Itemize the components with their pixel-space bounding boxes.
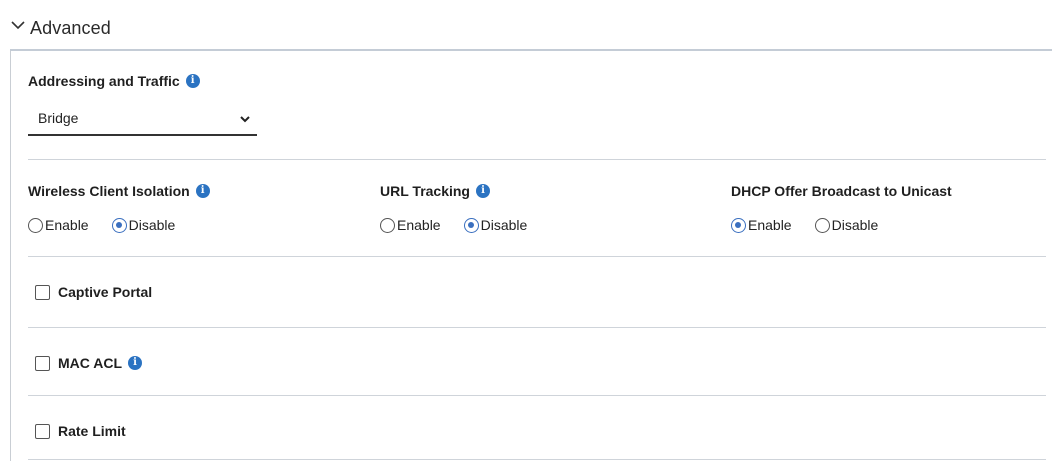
addressing-traffic-heading: Addressing and Traffic i — [28, 73, 200, 89]
dhcp-offer-disable-radio[interactable]: Disable — [814, 217, 879, 233]
advanced-section-toggle[interactable]: Advanced — [0, 0, 1052, 51]
radio-circle — [28, 217, 43, 233]
mac-acl-row: MAC ACL i — [35, 355, 143, 371]
url-tracking-enable-radio[interactable]: Enable — [380, 217, 441, 233]
rate-limit-label: Rate Limit — [58, 423, 126, 439]
divider — [28, 395, 1046, 396]
caret-down-icon — [240, 116, 250, 123]
wireless-client-isolation-heading: Wireless Client Isolation i — [28, 183, 210, 199]
radio-label: Disable — [831, 217, 879, 233]
chevron-down-icon — [11, 21, 25, 30]
radio-circle-selected — [111, 217, 127, 233]
url-tracking-radios: Enable Disable — [380, 217, 527, 233]
divider — [28, 159, 1046, 160]
radio-label: Enable — [397, 217, 441, 233]
divider — [28, 327, 1046, 328]
wireless-client-isolation-disable-radio[interactable]: Disable — [111, 217, 176, 233]
captive-portal-label: Captive Portal — [58, 284, 153, 300]
url-tracking-label: URL Tracking — [380, 183, 470, 199]
wireless-client-isolation-label: Wireless Client Isolation — [28, 183, 190, 199]
captive-portal-row: Captive Portal — [35, 284, 152, 300]
radio-label: Disable — [128, 217, 176, 233]
divider — [28, 459, 1046, 460]
captive-portal-checkbox[interactable] — [35, 284, 50, 300]
divider — [28, 256, 1046, 257]
mac-acl-label: MAC ACL — [58, 355, 123, 371]
radio-circle — [814, 217, 830, 233]
radio-circle-selected — [731, 217, 746, 233]
radio-label: Enable — [748, 217, 792, 233]
dhcp-offer-radios: Enable Disable — [731, 217, 878, 233]
panel-left-border — [10, 50, 11, 461]
radio-circle-selected — [463, 217, 479, 233]
wireless-client-isolation-enable-radio[interactable]: Enable — [28, 217, 89, 233]
section-header-divider — [10, 49, 1052, 51]
addressing-traffic-select[interactable]: Bridge — [28, 104, 257, 136]
addressing-traffic-value: Bridge — [38, 110, 79, 126]
addressing-traffic-label: Addressing and Traffic — [28, 73, 180, 89]
dhcp-offer-enable-radio[interactable]: Enable — [731, 217, 792, 233]
mac-acl-checkbox[interactable] — [35, 355, 50, 371]
rate-limit-checkbox[interactable] — [35, 423, 50, 439]
section-title: Advanced — [30, 18, 111, 38]
dhcp-offer-heading: DHCP Offer Broadcast to Unicast — [731, 183, 952, 199]
radio-label: Disable — [480, 217, 528, 233]
url-tracking-heading: URL Tracking i — [380, 183, 490, 199]
info-icon[interactable]: i — [195, 184, 210, 198]
url-tracking-disable-radio[interactable]: Disable — [463, 217, 528, 233]
wireless-client-isolation-radios: Enable Disable — [28, 217, 175, 233]
rate-limit-row: Rate Limit — [35, 423, 126, 439]
advanced-settings-panel: Advanced Addressing and Traffic i Bridge… — [0, 0, 1052, 461]
info-icon[interactable]: i — [185, 74, 200, 88]
dhcp-offer-label: DHCP Offer Broadcast to Unicast — [731, 183, 952, 199]
info-icon[interactable]: i — [476, 184, 490, 198]
info-icon[interactable]: i — [128, 356, 143, 370]
radio-label: Enable — [45, 217, 89, 233]
radio-circle — [380, 217, 395, 233]
